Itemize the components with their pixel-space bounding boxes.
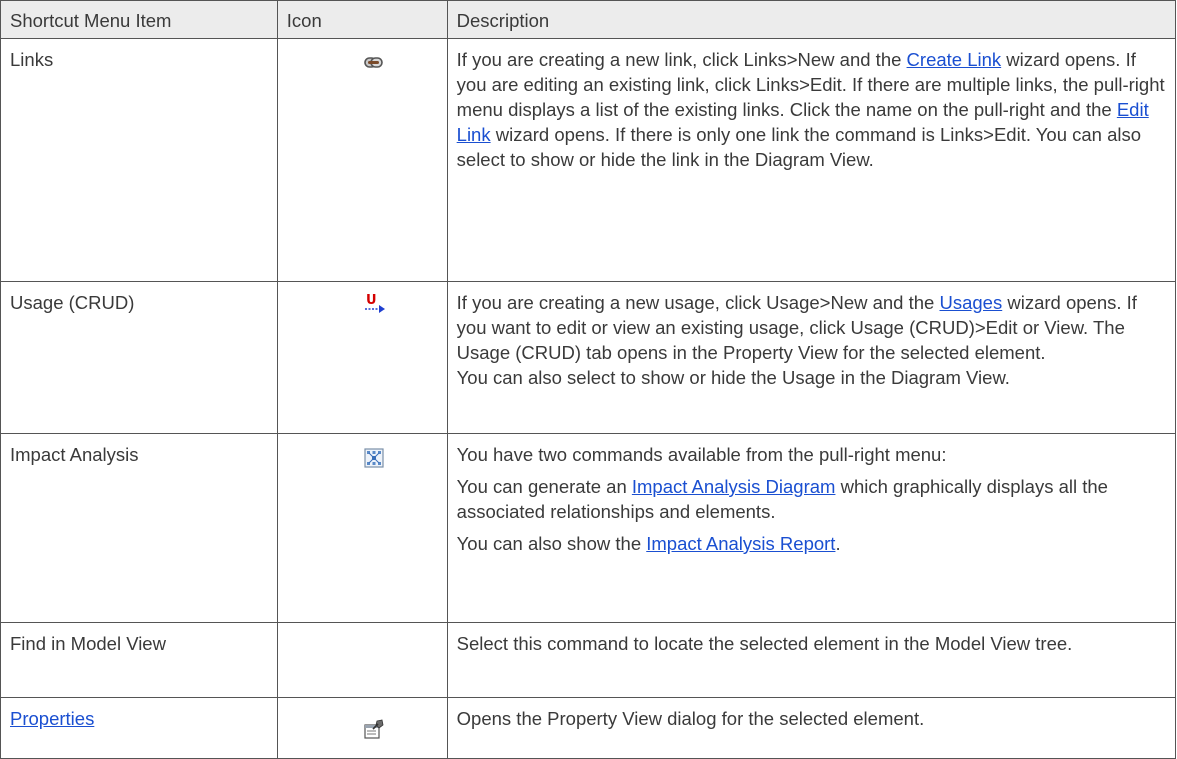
- header-icon: Icon: [276, 0, 448, 39]
- table-row: Usage (CRUD) U If you are creating a new…: [0, 281, 1177, 434]
- paragraph: You can also show the Impact Analysis Re…: [456, 533, 841, 554]
- table-row: Find in Model View Select this command t…: [0, 622, 1177, 698]
- properties-icon: [364, 719, 384, 745]
- chain-link-icon: [363, 50, 383, 75]
- icon-cell: [276, 433, 448, 623]
- table-row: Links If you are creating a new link, cl…: [0, 38, 1177, 282]
- table-row: Impact Analysis You have two commands av…: [0, 433, 1177, 623]
- paragraph: You have two commands available from the…: [456, 444, 947, 465]
- usage-icon-letter: U: [366, 293, 377, 308]
- menu-item-description: If you are creating a new usage, click U…: [446, 281, 1177, 434]
- menu-item-name: Properties: [0, 697, 278, 759]
- shortcut-menu-table: Shortcut Menu Item Icon Description Link…: [0, 0, 1177, 759]
- menu-item-name: Links: [0, 38, 278, 282]
- impact-analysis-report-link[interactable]: Impact Analysis Report: [646, 533, 835, 554]
- header-description: Description: [446, 0, 1177, 39]
- menu-item-name: Find in Model View: [0, 622, 278, 698]
- icon-cell: [276, 622, 448, 698]
- menu-item-description: If you are creating a new link, click Li…: [446, 38, 1177, 282]
- icon-cell: [276, 697, 448, 759]
- icon-cell: U: [276, 281, 448, 434]
- menu-item-name: Impact Analysis: [0, 433, 278, 623]
- properties-link[interactable]: Properties: [10, 708, 94, 729]
- menu-item-name: Usage (CRUD): [0, 281, 278, 434]
- menu-item-description: You have two commands available from the…: [446, 433, 1177, 623]
- header-row: Shortcut Menu Item Icon Description: [0, 0, 1177, 39]
- header-shortcut-menu-item: Shortcut Menu Item: [0, 0, 278, 39]
- table-row: Properties Opens the Property View dialo…: [0, 697, 1177, 759]
- menu-item-description: Select this command to locate the select…: [446, 622, 1177, 698]
- impact-analysis-diagram-link[interactable]: Impact Analysis Diagram: [632, 476, 836, 497]
- usages-link[interactable]: Usages: [939, 292, 1002, 313]
- impact-analysis-icon: [364, 448, 384, 474]
- paragraph: You can generate an Impact Analysis Diag…: [456, 476, 1108, 522]
- create-link-link[interactable]: Create Link: [907, 49, 1002, 70]
- menu-item-description: Opens the Property View dialog for the s…: [446, 697, 1177, 759]
- usage-arrow-icon: U: [364, 292, 386, 320]
- icon-cell: [276, 38, 448, 282]
